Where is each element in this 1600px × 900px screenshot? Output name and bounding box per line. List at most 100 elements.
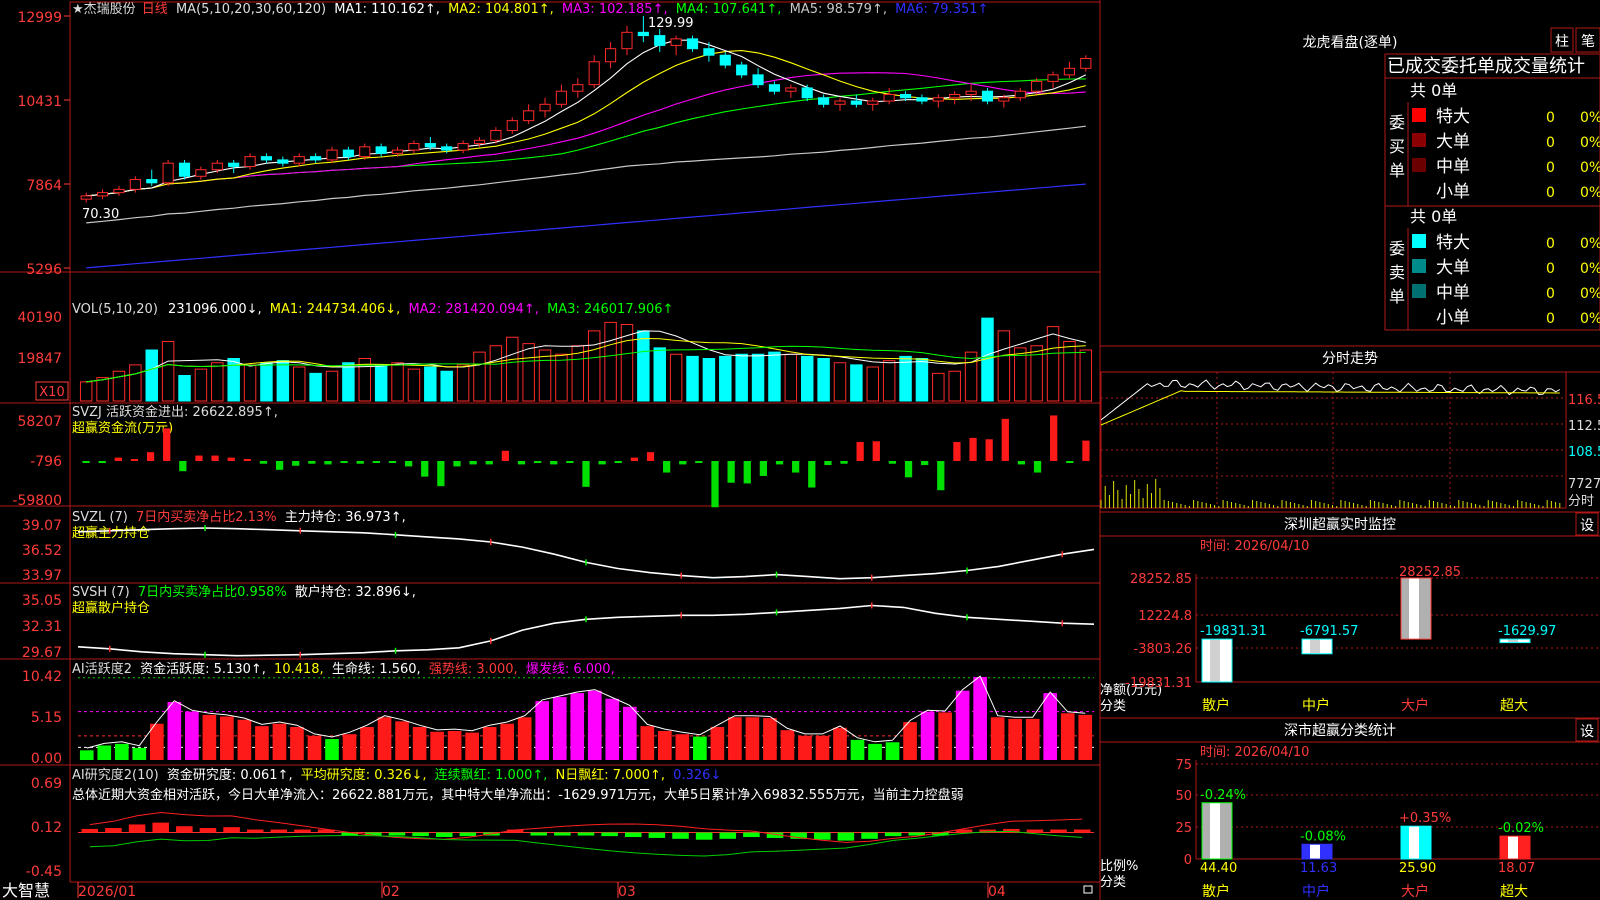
ai-act-bar <box>605 698 620 760</box>
ai-act-bar <box>640 726 655 760</box>
svzj-bar <box>211 455 219 461</box>
sz-class-plot-bar-shade <box>1210 802 1220 859</box>
candle-body <box>391 149 404 154</box>
ai-act-bar <box>114 743 129 760</box>
ai-act-bar <box>167 701 182 760</box>
ai-act-bar <box>850 739 865 760</box>
svzj-bar <box>98 461 106 464</box>
ai-res-bar <box>459 832 477 837</box>
svzj-bar <box>179 461 187 472</box>
svzj-bar <box>759 461 768 476</box>
vol-bar <box>538 349 552 402</box>
ai-res-bar <box>719 832 737 839</box>
app-logo[interactable]: 大智慧 <box>2 881 50 900</box>
ai-res-bar <box>814 832 831 840</box>
ai-act-bar <box>622 706 637 760</box>
svzj-bar <box>324 461 332 465</box>
svsh-tick: 35.05 <box>22 593 62 609</box>
candle-body <box>899 93 912 99</box>
candle-body <box>736 64 748 76</box>
sz-monitor-plot-bar-shade <box>1508 639 1518 643</box>
candle-body <box>178 162 191 177</box>
ai-res-bar <box>128 824 146 833</box>
vol-bar <box>686 355 699 402</box>
sz-class-plot-change-label: -0.24% <box>1200 788 1246 803</box>
sz-monitor-plot-category: 大户 <box>1401 697 1429 714</box>
sz-monitor-plot-tick: 28252.85 <box>1130 572 1192 587</box>
ai-act-bar <box>465 732 479 760</box>
svzj-bar <box>1082 440 1090 461</box>
vol-bar <box>194 368 208 402</box>
ai-act-bar <box>938 712 952 760</box>
svzj-bar <box>195 455 203 461</box>
vol-bar <box>96 377 109 402</box>
ai-act-bar <box>728 717 742 760</box>
candle-body <box>686 38 699 50</box>
price-tick: 12999 <box>17 10 62 26</box>
svzj-bar <box>372 461 380 464</box>
candle-body <box>949 93 961 99</box>
sz-class-plot-value-label: 18.07 <box>1498 861 1535 876</box>
vol-bar <box>473 351 486 402</box>
candle-body <box>342 149 354 158</box>
lhb-sell-row-swatch <box>1412 259 1426 273</box>
candle-body <box>1047 74 1059 82</box>
svzj-bar <box>1017 461 1026 465</box>
lhb-tabs[interactable]: 已成交委托单成交量统计 <box>1387 56 1585 77</box>
candle-body <box>850 100 862 105</box>
sz-monitor-plot-tick: -19831.31 <box>1125 676 1192 691</box>
svzj-bar <box>146 452 155 461</box>
ai-res-axis: 0.69 0.12 -0.45 <box>26 776 62 880</box>
period-label: 日线 <box>142 2 168 17</box>
vol-bar <box>997 330 1011 402</box>
ai-act-bar <box>955 690 970 760</box>
lhb-buy-group-char: 单 <box>1389 161 1405 180</box>
ai-act-bar <box>185 711 199 760</box>
svzj-bar <box>453 461 461 467</box>
ai-res-bar <box>837 832 855 841</box>
sz-class-plot-tick: 75 <box>1175 758 1192 773</box>
ai-res-bar <box>695 832 713 840</box>
vol-ma3: MA3: 246017.906↑ <box>547 302 673 317</box>
svzj-bar <box>517 461 526 465</box>
ai-res-bar <box>294 829 311 833</box>
lhb-buy-row-pct: 0% <box>1580 110 1600 126</box>
ai-res-bar <box>861 832 878 839</box>
ai-act-burst: 爆发线: 6.000, <box>526 661 615 677</box>
svzj-bar <box>630 457 639 461</box>
intraday-tick: 112.5 <box>1568 419 1600 434</box>
sz-monitor-plot-category: 超大 <box>1500 698 1528 714</box>
sz-monitor-plot-tick: -3803.26 <box>1134 642 1192 657</box>
svzj-subtitle: 超赢资金流(万元) <box>72 420 173 436</box>
ai-act-header: AI活跃度2 资金活跃度: 5.130↑, 10.418, 生命线: 1.560… <box>72 661 615 677</box>
svsh-header: SVSH (7) 7日内买卖净占比0.958% 散户持仓: 32.896↓, <box>72 584 416 600</box>
ai-act-tick: 5.15 <box>31 710 62 726</box>
vol-bar <box>276 360 290 402</box>
lhb-sell-row-label: 小单 <box>1436 308 1470 328</box>
lhb-sell-row-pct: 0% <box>1580 236 1600 252</box>
svzj-bar <box>792 461 800 473</box>
vol-bar <box>440 370 453 402</box>
ma6-label: MA6: 79.351↑ <box>895 2 988 17</box>
ai-res-bar <box>412 832 429 837</box>
candle-body <box>359 146 371 158</box>
vol-tick: 40190 <box>17 310 62 326</box>
candle-body <box>97 192 109 197</box>
ai-act-bar <box>220 716 234 760</box>
svzj-bar <box>646 452 655 461</box>
vol-bar <box>1046 326 1060 402</box>
ai-act-bar <box>360 726 374 760</box>
svzj-tick: -59800 <box>12 493 62 509</box>
ai-res-bar <box>577 832 595 836</box>
ai-res-bar <box>435 832 453 838</box>
lhb-sell-row-label: 大单 <box>1436 258 1470 278</box>
ai-res-tick: -0.45 <box>26 864 62 880</box>
svzl-header: SVZL (7) 7日内买卖净占比2.13% 主力持仓: 36.973↑, <box>72 509 406 525</box>
ai-act-bar <box>79 750 94 760</box>
svzj-bar <box>550 461 558 465</box>
sz-class-plot-value-label: 11.63 <box>1300 861 1337 876</box>
ai-res-bar <box>601 832 618 837</box>
ai-res-bar <box>176 826 193 833</box>
vol-bar <box>145 349 158 402</box>
candle-body <box>146 179 158 184</box>
